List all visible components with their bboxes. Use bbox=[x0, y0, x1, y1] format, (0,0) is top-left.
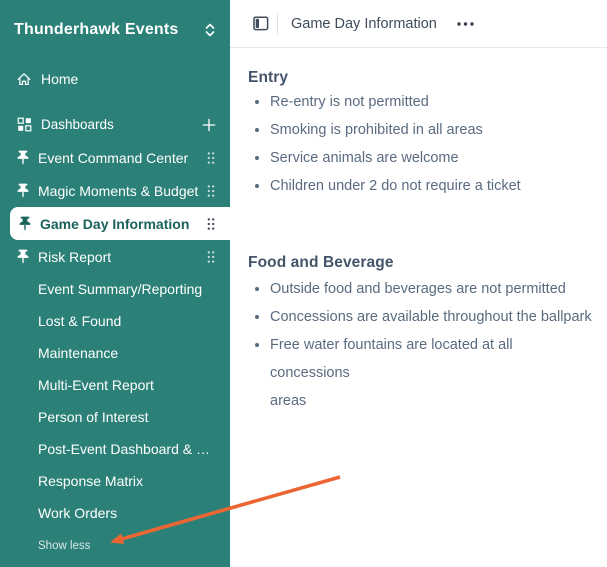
sidebar-item-label: Magic Moments & Budget bbox=[38, 183, 206, 199]
home-icon bbox=[16, 71, 32, 87]
drag-handle-icon[interactable] bbox=[206, 250, 216, 264]
bullet-list: Re-entry is not permitted Smoking is pro… bbox=[248, 88, 595, 200]
panel-left-icon[interactable] bbox=[253, 16, 269, 31]
bullet-item: Re-entry is not permitted bbox=[270, 88, 595, 116]
sidebar-item-label: Work Orders bbox=[38, 505, 216, 521]
sidebar-item-risk-report[interactable]: Risk Report bbox=[0, 240, 230, 273]
sidebar-item-event-command-center[interactable]: Event Command Center bbox=[0, 141, 230, 174]
sidebar-item-lost-and-found[interactable]: Lost & Found bbox=[0, 305, 230, 337]
bullet-item: Smoking is prohibited in all areas bbox=[270, 116, 595, 144]
pin-icon bbox=[18, 216, 31, 232]
sidebar-item-label: Response Matrix bbox=[38, 473, 216, 489]
plus-icon[interactable] bbox=[202, 118, 216, 132]
sidebar-item-maintenance[interactable]: Maintenance bbox=[0, 337, 230, 369]
section-heading: Food and Beverage bbox=[248, 254, 595, 272]
drag-handle-icon[interactable] bbox=[206, 184, 216, 198]
sidebar-item-label: Dashboards bbox=[41, 117, 202, 132]
bullet-item: Children under 2 do not require a ticket bbox=[270, 172, 595, 200]
bullet-list: Outside food and beverages are not permi… bbox=[248, 275, 595, 415]
sidebar-item-label: Person of Interest bbox=[38, 409, 216, 425]
pin-icon bbox=[16, 150, 29, 166]
section-entry: Entry Re-entry is not permitted Smoking … bbox=[230, 69, 607, 200]
page-title: Game Day Information bbox=[291, 16, 437, 32]
bullet-item: Service animals are welcome bbox=[270, 144, 595, 172]
unfold-chevrons-icon[interactable] bbox=[204, 22, 216, 38]
content-header: Game Day Information bbox=[230, 0, 607, 48]
sidebar-item-person-of-interest[interactable]: Person of Interest bbox=[0, 401, 230, 433]
sidebar-item-label: Risk Report bbox=[38, 249, 206, 265]
sidebar-item-label: Home bbox=[41, 71, 216, 87]
sidebar-item-post-event-dashboard-report[interactable]: Post-Event Dashboard & Report bbox=[0, 433, 230, 465]
app-title: Thunderhawk Events bbox=[14, 21, 179, 39]
sidebar-item-response-matrix[interactable]: Response Matrix bbox=[0, 465, 230, 497]
sidebar-item-label: Game Day Information bbox=[40, 216, 206, 232]
sidebar-item-dashboards[interactable]: Dashboards bbox=[0, 108, 230, 141]
dashboards-grid-icon bbox=[16, 117, 32, 132]
bullet-item: Outside food and beverages are not permi… bbox=[270, 275, 595, 303]
sidebar-item-multi-event-report[interactable]: Multi-Event Report bbox=[0, 369, 230, 401]
sidebar-item-game-day-information[interactable]: Game Day Information bbox=[10, 207, 230, 240]
section-heading: Entry bbox=[248, 69, 595, 87]
sidebar-item-label: Event Summary/Reporting bbox=[38, 281, 216, 297]
sidebar-header: Thunderhawk Events bbox=[0, 0, 230, 44]
sidebar-item-label: Post-Event Dashboard & Report bbox=[38, 441, 216, 457]
section-food-and-beverage: Food and Beverage Outside food and bever… bbox=[230, 254, 607, 415]
bullet-item: Concessions are available throughout the… bbox=[270, 303, 595, 331]
drag-handle-icon[interactable] bbox=[206, 151, 216, 165]
main-content: Game Day Information Entry Re-entry is n… bbox=[230, 0, 607, 567]
ellipsis-icon[interactable] bbox=[452, 17, 479, 31]
pin-icon bbox=[16, 249, 29, 265]
bullet-item: Free water fountains are located at all … bbox=[270, 331, 595, 415]
sidebar-item-magic-moments-budget[interactable]: Magic Moments & Budget bbox=[0, 174, 230, 207]
show-less-link[interactable]: Show less bbox=[0, 535, 230, 557]
sidebar-item-work-orders[interactable]: Work Orders bbox=[0, 497, 230, 529]
sidebar-item-label: Lost & Found bbox=[38, 313, 216, 329]
sidebar: Thunderhawk Events Home Dashboards bbox=[0, 0, 230, 567]
pin-icon bbox=[16, 183, 29, 199]
drag-handle-icon[interactable] bbox=[206, 217, 216, 231]
header-divider bbox=[277, 14, 278, 34]
sidebar-item-label: Multi-Event Report bbox=[38, 377, 216, 393]
sidebar-item-label: Maintenance bbox=[38, 345, 216, 361]
sidebar-item-event-summary-reporting[interactable]: Event Summary/Reporting bbox=[0, 273, 230, 305]
sidebar-item-home[interactable]: Home bbox=[0, 62, 230, 95]
sidebar-item-label: Event Command Center bbox=[38, 150, 206, 166]
